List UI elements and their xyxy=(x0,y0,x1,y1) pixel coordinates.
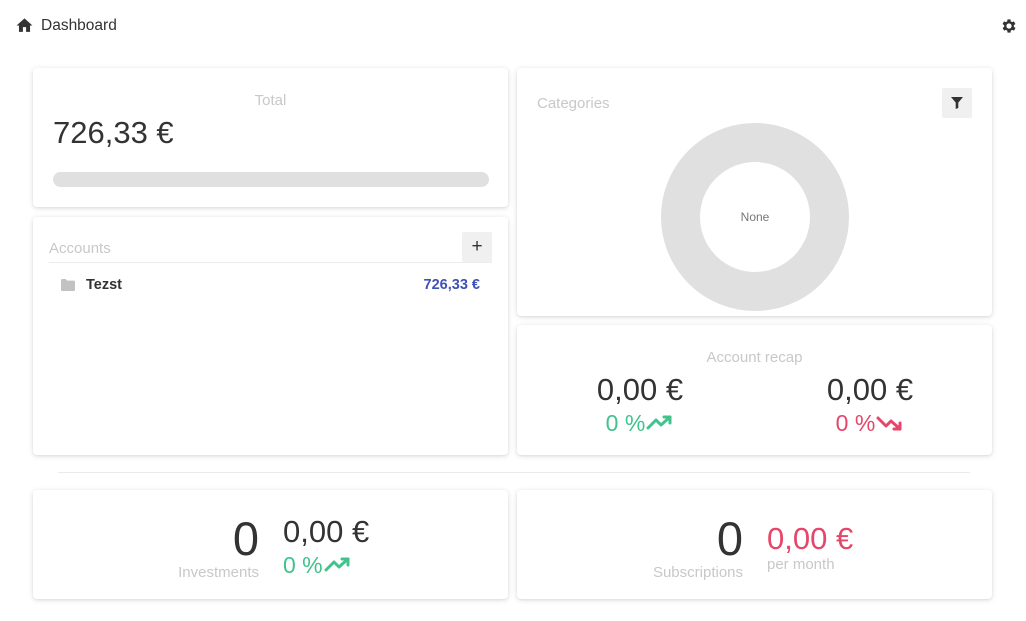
categories-card: Categories None xyxy=(517,68,992,316)
recap-income-amount: 0,00 € xyxy=(596,372,684,407)
account-row[interactable]: Tezst 726,33 € xyxy=(61,275,480,295)
recap-title: Account recap xyxy=(706,349,803,366)
section-separator xyxy=(58,472,970,473)
filter-button[interactable] xyxy=(942,88,972,118)
account-balance: 726,33 € xyxy=(423,277,480,293)
investments-count: 0 xyxy=(232,512,259,565)
investments-label: Investments xyxy=(178,564,259,581)
subscriptions-label: Subscriptions xyxy=(652,564,743,581)
recap-expense-percent: 0 % xyxy=(835,410,876,436)
recap-expense-percent-row: 0 % xyxy=(836,409,905,437)
investments-percent-row: 0 % xyxy=(283,551,352,579)
total-progress-fill xyxy=(53,172,489,187)
accounts-card: Accounts + Tezst 726,33 € xyxy=(33,217,508,455)
subscriptions-count: 0 xyxy=(716,512,743,565)
subscriptions-amount: 0,00 € xyxy=(767,521,854,556)
folder-icon xyxy=(61,279,75,291)
total-amount: 726,33 € xyxy=(53,115,174,150)
trending-up-icon xyxy=(646,415,672,430)
subscriptions-period: per month xyxy=(767,556,835,573)
settings-button[interactable] xyxy=(1000,17,1018,35)
investments-percent: 0 % xyxy=(283,552,323,578)
account-recap-card: Account recap 0,00 € 0 % 0,00 € 0 % xyxy=(517,325,992,455)
account-name: Tezst xyxy=(86,277,122,293)
categories-title: Categories xyxy=(537,95,610,112)
total-card: Total 726,33 € xyxy=(33,68,508,207)
investments-amount: 0,00 € xyxy=(283,514,370,549)
filter-icon xyxy=(951,97,963,109)
investments-card: 0 Investments 0,00 € 0 % xyxy=(33,490,508,599)
recap-income-percent: 0 % xyxy=(605,410,646,436)
dashboard-link[interactable]: Dashboard xyxy=(15,16,117,35)
recap-income-percent-row: 0 % xyxy=(606,409,675,437)
add-account-button[interactable]: + xyxy=(462,232,492,262)
donut-center-label: None xyxy=(740,210,770,224)
top-bar: Dashboard xyxy=(0,0,1026,54)
total-progress-bar xyxy=(53,172,489,187)
accounts-divider xyxy=(49,262,492,263)
gear-icon xyxy=(1002,19,1016,33)
recap-expense: 0,00 € 0 % xyxy=(790,371,950,437)
recap-expense-amount: 0,00 € xyxy=(826,372,914,407)
home-icon xyxy=(16,18,33,32)
total-title: Total xyxy=(254,92,287,109)
recap-income: 0,00 € 0 % xyxy=(560,371,720,437)
trending-down-icon xyxy=(876,416,902,431)
trending-up-icon xyxy=(324,557,350,572)
page-title: Dashboard xyxy=(41,16,117,34)
subscriptions-card: 0 Subscriptions 0,00 € per month xyxy=(517,490,992,599)
accounts-title: Accounts xyxy=(49,240,111,257)
